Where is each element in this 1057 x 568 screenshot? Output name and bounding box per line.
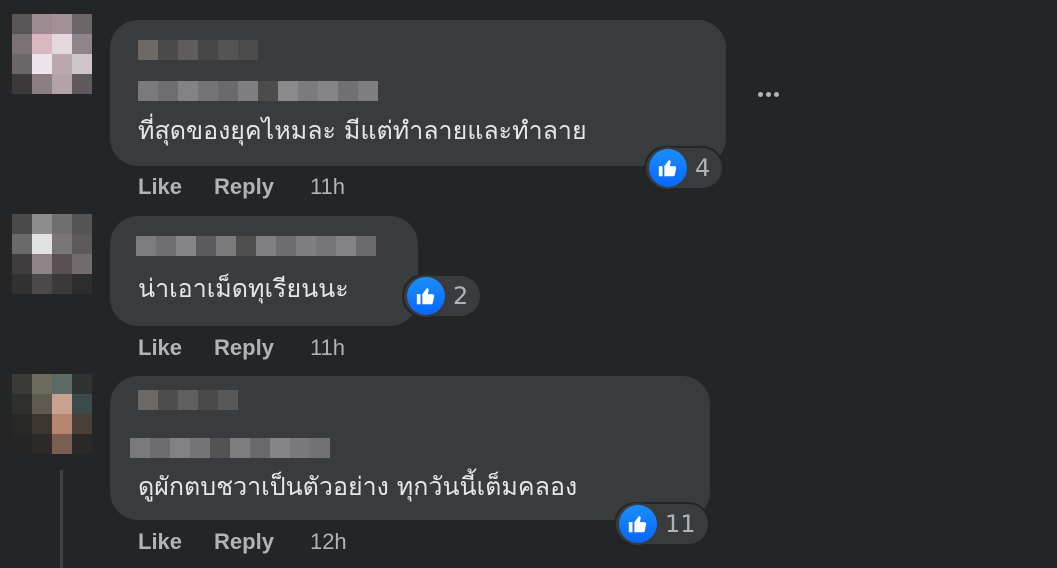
like-button[interactable]: Like <box>138 174 182 200</box>
avatar[interactable] <box>12 14 92 94</box>
blurred-author-name <box>138 40 258 60</box>
comment-timestamp[interactable]: 12h <box>310 529 347 555</box>
reply-button[interactable]: Reply <box>214 529 274 555</box>
thread-line <box>60 470 63 568</box>
comment-actions: Like Reply 11h <box>138 174 345 200</box>
reaction-count-pill[interactable]: 11 <box>616 504 708 544</box>
avatar[interactable] <box>12 374 92 454</box>
comment-actions: Like Reply 12h <box>138 529 347 555</box>
like-button[interactable]: Like <box>138 335 182 361</box>
comment-bubble <box>110 216 418 326</box>
reaction-count: 2 <box>453 282 469 310</box>
more-options-icon[interactable] <box>752 82 784 106</box>
comment-text: ที่สุดของยุคไหมละ มีแต่ทำลายและทำลาย <box>138 116 587 145</box>
reaction-count: 11 <box>665 510 696 538</box>
comment-text: น่าเอาเม็ดทุเรียนนะ <box>138 274 349 303</box>
reaction-count-pill[interactable]: 4 <box>646 148 723 188</box>
reply-button[interactable]: Reply <box>214 335 274 361</box>
blurred-author-subtitle <box>130 438 330 458</box>
thumbs-up-icon <box>619 505 657 543</box>
comment-text: ดูผักตบชวาเป็นตัวอย่าง ทุกวันนี้เต็มคลอง <box>138 472 578 501</box>
blurred-author-name <box>138 390 238 410</box>
reaction-count: 4 <box>695 154 711 182</box>
comment-timestamp[interactable]: 11h <box>310 335 345 361</box>
comment-timestamp[interactable]: 11h <box>310 174 345 200</box>
reaction-count-pill[interactable]: 2 <box>404 276 481 316</box>
avatar[interactable] <box>12 214 92 294</box>
thumbs-up-icon <box>649 149 687 187</box>
blurred-author-name <box>136 236 376 256</box>
blurred-author-subtitle <box>138 81 378 101</box>
reply-button[interactable]: Reply <box>214 174 274 200</box>
comment-actions: Like Reply 11h <box>138 335 345 361</box>
thumbs-up-icon <box>407 277 445 315</box>
like-button[interactable]: Like <box>138 529 182 555</box>
